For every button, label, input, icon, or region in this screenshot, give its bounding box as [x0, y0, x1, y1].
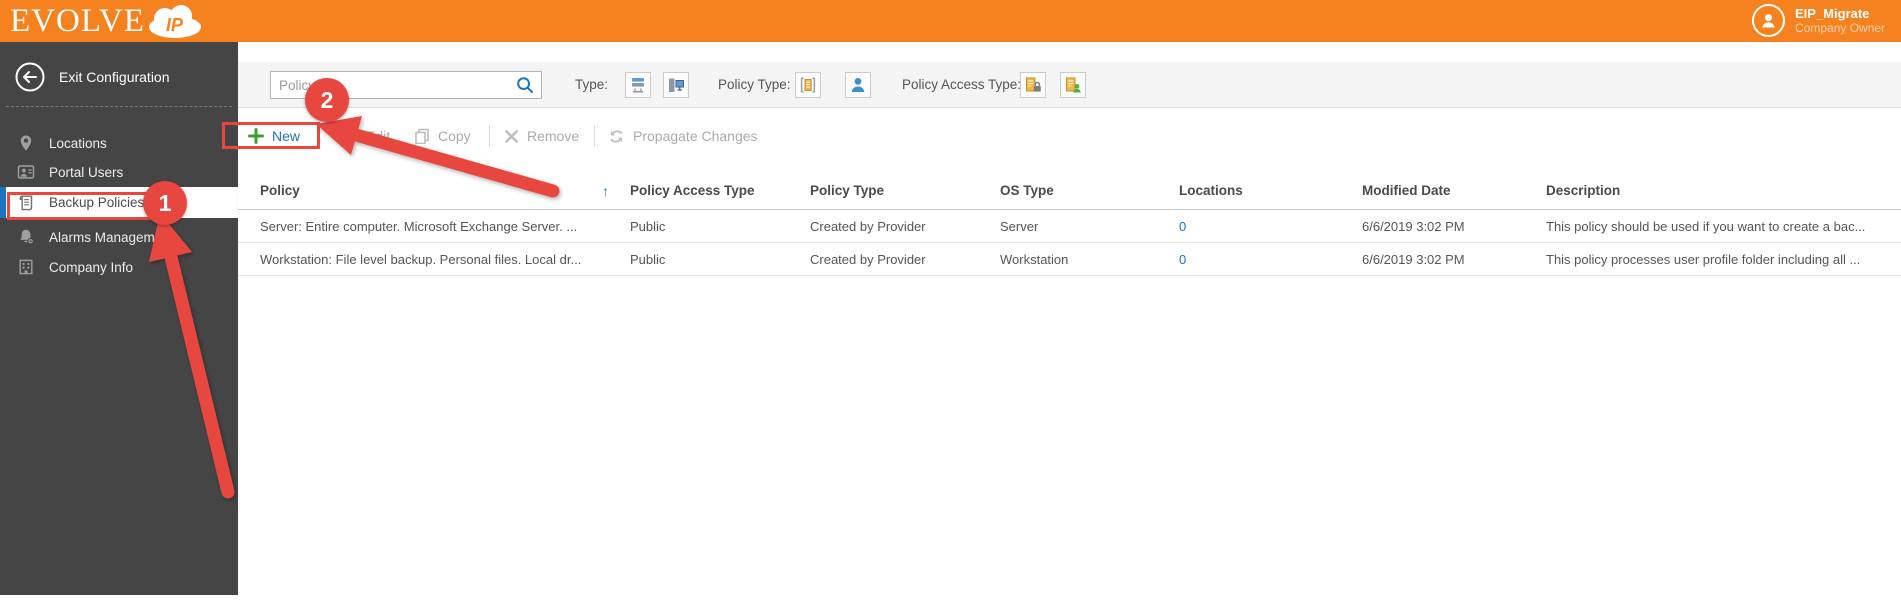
type-server-filter-button[interactable]	[625, 72, 651, 98]
copy-button[interactable]: Copy	[414, 121, 471, 151]
new-button-label: New	[272, 128, 301, 144]
cell-os-type: Server	[1000, 219, 1039, 234]
exit-configuration-label: Exit Configuration	[59, 69, 170, 85]
access-public-filter-button[interactable]	[1060, 72, 1086, 98]
workstation-icon	[669, 78, 684, 92]
cell-locations-link[interactable]: 0	[1179, 210, 1186, 243]
brand-logo: EVOLVE IP	[10, 2, 203, 40]
search-icon[interactable]	[516, 76, 534, 94]
remove-button[interactable]: Remove	[504, 121, 579, 151]
public-policy-person-icon	[1066, 77, 1081, 93]
cell-os-type: Workstation	[1000, 252, 1069, 267]
column-header-policy[interactable]: Policy	[260, 172, 300, 210]
sidebar-item-locations[interactable]: Locations	[0, 128, 238, 158]
sidebar-item-alarms-management[interactable]: Alarms Management	[0, 222, 238, 252]
cell-policy: Server: Entire computer. Microsoft Excha…	[260, 219, 578, 234]
user-role: Company Owner	[1795, 21, 1886, 35]
edit-button-label: Edit	[366, 128, 391, 144]
cell-access-type: Public	[630, 219, 666, 234]
cloud-logo-icon: IP	[148, 5, 201, 38]
user-policy-icon	[851, 78, 865, 92]
propagate-changes-button[interactable]: Propagate Changes	[608, 121, 758, 151]
copy-button-label: Copy	[438, 128, 471, 144]
sidebar-divider	[6, 106, 232, 107]
policy-type-provider-filter-button[interactable]	[795, 72, 821, 98]
sidebar: Exit Configuration Locations Portal User…	[0, 42, 247, 595]
user-avatar-icon	[1752, 4, 1785, 37]
private-policy-lock-icon	[1026, 77, 1041, 92]
cell-policy: Workstation: File level backup. Personal…	[260, 252, 582, 267]
toolbar-separator	[594, 125, 595, 147]
table-row[interactable]: Workstation: File level backup. Personal…	[238, 243, 1901, 276]
policy-type-filter-label: Policy Type:	[718, 77, 791, 92]
refresh-icon	[608, 128, 625, 145]
top-header-bar: EVOLVE IP EIP_Migrate Company Owner	[0, 0, 1901, 42]
sidebar-item-backup-policies[interactable]: Backup Policies	[0, 187, 247, 218]
sidebar-item-label: Company Info	[49, 259, 134, 275]
pencil-icon	[342, 128, 358, 144]
type-workstation-filter-button[interactable]	[663, 72, 689, 98]
column-header-policy-type[interactable]: Policy Type	[810, 172, 884, 210]
column-header-modified-date[interactable]: Modified Date	[1362, 172, 1451, 210]
sidebar-item-label: Backup Policies	[49, 195, 145, 210]
svg-text:IP: IP	[166, 15, 184, 35]
selected-indicator-bar	[0, 187, 6, 218]
alarm-bell-gear-icon	[17, 228, 35, 246]
cell-modified-date: 6/6/2019 3:02 PM	[1362, 252, 1465, 267]
map-pin-icon	[17, 134, 35, 152]
sidebar-item-label: Locations	[49, 135, 107, 151]
provider-policy-icon	[800, 77, 816, 93]
company-building-icon	[17, 258, 35, 276]
toolbar-separator	[489, 125, 490, 147]
policy-search-box	[270, 71, 542, 99]
sidebar-item-portal-users[interactable]: Portal Users	[0, 157, 238, 187]
propagate-changes-label: Propagate Changes	[633, 128, 758, 144]
column-header-locations[interactable]: Locations	[1179, 172, 1243, 210]
user-menu[interactable]: EIP_Migrate Company Owner	[1752, 4, 1885, 37]
type-filter-label: Type:	[575, 77, 609, 92]
user-name: EIP_Migrate	[1795, 6, 1870, 21]
new-button[interactable]: New	[248, 121, 300, 151]
table-row[interactable]: Server: Entire computer. Microsoft Excha…	[238, 210, 1901, 243]
policy-access-type-filter-label: Policy Access Type:	[902, 77, 1022, 92]
policy-search-input[interactable]	[271, 77, 516, 93]
filter-bar: Type: Policy Type:	[238, 62, 1901, 108]
sidebar-item-label: Portal Users	[49, 164, 124, 180]
user-card-icon	[17, 163, 35, 181]
remove-button-label: Remove	[527, 128, 580, 144]
policy-type-user-filter-button[interactable]	[845, 72, 871, 98]
cell-policy-type: Created by Provider	[810, 219, 926, 234]
cell-description: This policy processes user profile folde…	[1546, 252, 1861, 267]
cell-modified-date: 6/6/2019 3:02 PM	[1362, 219, 1465, 234]
plus-icon	[248, 128, 264, 144]
access-private-filter-button[interactable]	[1020, 72, 1046, 98]
column-header-policy-access-type[interactable]: Policy Access Type	[630, 172, 755, 210]
arrow-left-circle-icon	[15, 62, 45, 92]
cell-description: This policy should be used if you want t…	[1546, 219, 1866, 234]
sidebar-item-label: Alarms Management	[49, 229, 174, 245]
edit-button[interactable]: Edit	[342, 121, 390, 151]
cell-access-type: Public	[630, 252, 666, 267]
policy-scroll-icon	[17, 194, 35, 212]
sidebar-item-company-info[interactable]: Company Info	[0, 252, 238, 282]
cell-policy-type: Created by Provider	[810, 252, 926, 267]
x-mark-icon	[504, 129, 519, 144]
sort-arrow-up-icon[interactable]: ↑	[602, 172, 609, 210]
app-window: EVOLVE IP EIP_Migrate Company Owner Exit…	[0, 0, 1901, 600]
exit-configuration-button[interactable]: Exit Configuration	[14, 60, 170, 94]
brand-wordmark: EVOLVE	[10, 3, 145, 39]
copy-pages-icon	[414, 128, 430, 144]
server-stack-icon	[632, 78, 644, 93]
column-header-description[interactable]: Description	[1546, 172, 1620, 210]
table-header-row: Policy ↑ Policy Access Type Policy Type …	[238, 172, 1901, 210]
cell-locations-link[interactable]: 0	[1179, 243, 1186, 276]
column-header-os-type[interactable]: OS Type	[1000, 172, 1054, 210]
